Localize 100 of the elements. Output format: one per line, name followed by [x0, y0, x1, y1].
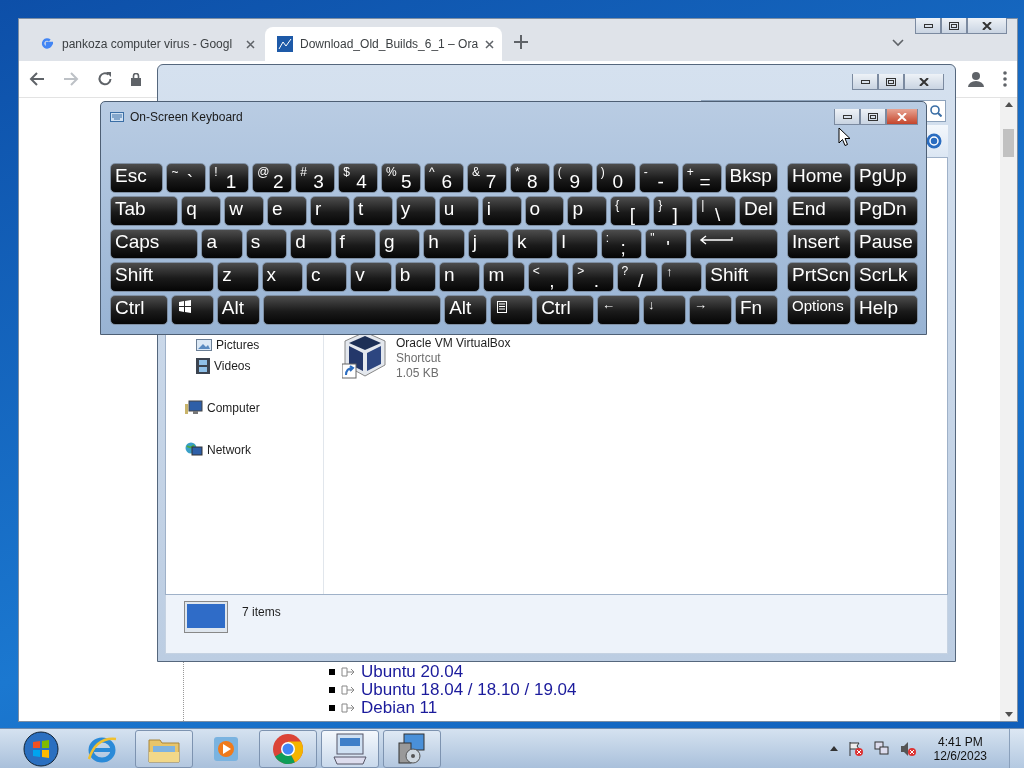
- muted-speaker-icon[interactable]: [899, 740, 916, 757]
- close-tab-icon[interactable]: [485, 39, 495, 49]
- scroll-up-icon[interactable]: [1004, 102, 1013, 107]
- keyboard-key[interactable]: s: [245, 229, 288, 259]
- search-icon[interactable]: [930, 105, 942, 117]
- download-link[interactable]: Ubuntu 20.04: [361, 662, 464, 682]
- nav-item[interactable]: Computer: [166, 397, 323, 418]
- keyboard-key[interactable]: y: [395, 196, 436, 226]
- keyboard-key[interactable]: b: [394, 262, 436, 292]
- minimize-button[interactable]: [852, 74, 878, 90]
- keyboard-key[interactable]: →: [689, 295, 732, 325]
- keyboard-key[interactable]: t: [352, 196, 393, 226]
- file-name[interactable]: Oracle VM VirtualBox: [396, 336, 511, 350]
- keyboard-key[interactable]: PrtScn: [787, 262, 851, 292]
- keyboard-key[interactable]: Ctrl: [110, 295, 168, 325]
- chevron-down-icon[interactable]: [892, 39, 904, 47]
- keyboard-key[interactable]: w: [224, 196, 265, 226]
- keyboard-key[interactable]: g: [378, 229, 421, 259]
- keyboard-key[interactable]: " ': [645, 229, 687, 259]
- keyboard-key[interactable]: @ 2: [252, 163, 293, 193]
- keyboard-key[interactable]: o: [524, 196, 565, 226]
- keyboard-key[interactable]: End: [787, 196, 851, 226]
- keyboard-key[interactable]: * 8: [509, 163, 550, 193]
- keyboard-key[interactable]: Shift: [110, 262, 215, 292]
- keyboard-key[interactable]: ) 0: [595, 163, 636, 193]
- menu-key[interactable]: [490, 295, 534, 325]
- space-key[interactable]: [262, 295, 442, 325]
- profile-icon[interactable]: [967, 70, 985, 88]
- keyboard-key[interactable]: n: [439, 262, 481, 292]
- browser-tab[interactable]: pankoza computer virus - Googl: [27, 27, 263, 61]
- taskbar-app-button[interactable]: [321, 729, 379, 768]
- keyboard-key[interactable]: Pause: [854, 229, 918, 259]
- keyboard-key[interactable]: r: [310, 196, 350, 226]
- nav-item[interactable]: Videos: [166, 355, 323, 376]
- keyboard-key[interactable]: v: [350, 262, 392, 292]
- show-hidden-icons-icon[interactable]: [829, 746, 838, 751]
- minimize-button[interactable]: [834, 109, 860, 125]
- keyboard-key[interactable]: PgDn: [854, 196, 918, 226]
- nav-item[interactable]: Network: [166, 439, 323, 460]
- reload-icon[interactable]: [97, 71, 113, 87]
- keyboard-key[interactable]: a: [201, 229, 243, 259]
- network-tray-icon[interactable]: [873, 740, 890, 757]
- browser-tab[interactable]: Download_Old_Builds_6_1 – Ora: [265, 27, 503, 61]
- keyboard-key[interactable]: Alt: [216, 295, 260, 325]
- keyboard-key[interactable]: ↑: [660, 262, 703, 292]
- keyboard-key[interactable]: { [: [610, 196, 651, 226]
- enter-key[interactable]: [689, 229, 778, 259]
- keyboard-key[interactable]: e: [267, 196, 307, 226]
- keyboard-key[interactable]: Ctrl: [536, 295, 594, 325]
- scroll-thumb[interactable]: [1003, 129, 1014, 157]
- keyboard-key[interactable]: ^ 6: [424, 163, 464, 193]
- more-menu-icon[interactable]: [1003, 71, 1007, 87]
- minimize-button[interactable]: [915, 18, 941, 34]
- keyboard-key[interactable]: Fn: [735, 295, 778, 325]
- keyboard-key[interactable]: & 7: [466, 163, 507, 193]
- download-link[interactable]: Debian 11: [361, 698, 438, 718]
- maximize-button[interactable]: [878, 74, 904, 90]
- keyboard-key[interactable]: c: [305, 262, 348, 292]
- keyboard-key[interactable]: ~ `: [166, 163, 207, 193]
- keyboard-key[interactable]: $ 4: [338, 163, 379, 193]
- keyboard-key[interactable]: Esc: [110, 163, 164, 193]
- keyboard-key[interactable]: # 3: [295, 163, 336, 193]
- keyboard-key[interactable]: Del: [739, 196, 779, 226]
- keyboard-key[interactable]: l: [556, 229, 598, 259]
- scroll-down-icon[interactable]: [1004, 712, 1013, 717]
- keyboard-key[interactable]: Options: [787, 295, 851, 325]
- scrollbar[interactable]: [1000, 98, 1017, 721]
- download-link[interactable]: Ubuntu 18.04 / 18.10 / 19.04: [361, 680, 577, 700]
- keyboard-key[interactable]: f: [334, 229, 376, 259]
- keyboard-key[interactable]: u: [438, 196, 479, 226]
- clock[interactable]: 4:41 PM 12/6/2023: [925, 734, 999, 763]
- keyboard-key[interactable]: Alt: [444, 295, 488, 325]
- keyboard-key[interactable]: Home: [787, 163, 851, 193]
- keyboard-key[interactable]: ! 1: [209, 163, 250, 193]
- keyboard-key[interactable]: ↓: [643, 295, 686, 325]
- windows-key[interactable]: [170, 295, 214, 325]
- keyboard-key[interactable]: q: [181, 196, 222, 226]
- keyboard-key[interactable]: ←: [597, 295, 640, 325]
- help-icon[interactable]: [926, 133, 942, 149]
- keyboard-key[interactable]: < ,: [527, 262, 570, 292]
- back-arrow-icon[interactable]: [29, 72, 45, 86]
- keyboard-key[interactable]: d: [290, 229, 332, 259]
- keyboard-key[interactable]: i: [481, 196, 522, 226]
- close-tab-icon[interactable]: [246, 39, 255, 49]
- close-button[interactable]: [886, 109, 918, 125]
- keyboard-key[interactable]: PgUp: [854, 163, 918, 193]
- keyboard-key[interactable]: j: [467, 229, 510, 259]
- taskbar-app-button[interactable]: [135, 729, 193, 768]
- keyboard-key[interactable]: + =: [681, 163, 722, 193]
- close-button[interactable]: [904, 74, 944, 90]
- keyboard-key[interactable]: Bksp: [724, 163, 778, 193]
- keyboard-key[interactable]: - -: [638, 163, 679, 193]
- keyboard-key[interactable]: ? /: [616, 262, 658, 292]
- keyboard-key[interactable]: Tab: [110, 196, 179, 226]
- keyboard-key[interactable]: k: [512, 229, 554, 259]
- keyboard-key[interactable]: Help: [854, 295, 918, 325]
- keyboard-key[interactable]: m: [483, 262, 525, 292]
- keyboard-key[interactable]: Caps: [110, 229, 199, 259]
- keyboard-key[interactable]: : ;: [600, 229, 643, 259]
- keyboard-key[interactable]: ScrLk: [854, 262, 918, 292]
